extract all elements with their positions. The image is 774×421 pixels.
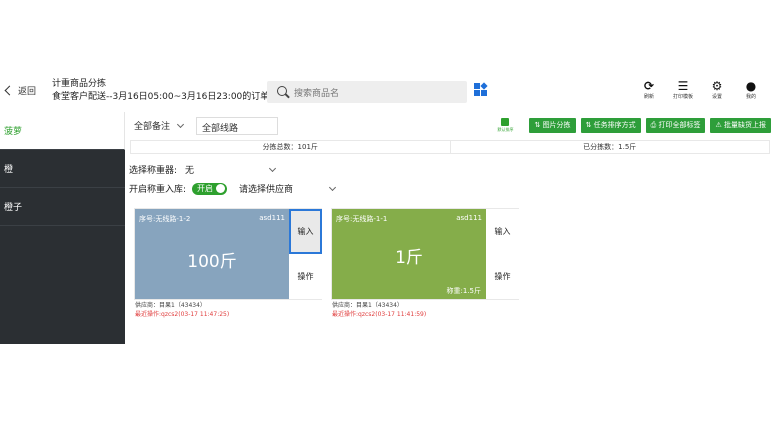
sorted-total: 已分拣数：1.5斤 [449,141,770,153]
task-tile[interactable]: 序号:无线路-1-1 asd111 1斤 称重:1.5斤 [332,209,486,299]
route-input[interactable]: 全部线路 [196,117,278,135]
sidebar-item-pineapple[interactable]: 菠萝 [0,112,125,150]
sort-total: 分拣总数：101斤 [262,143,318,151]
supplier-info: 供应商：目果1（43434） [332,302,403,309]
print-template-button[interactable]: ☰ 打印模板 [666,79,700,100]
weigh-in-toggle[interactable]: 开启 [192,182,228,195]
weighed-value: 称重:1.5斤 [446,287,482,295]
task-order-button[interactable]: ⇅ 任务排序方式 [580,118,641,133]
weigh-in-label: 开启称重入库: [129,185,187,195]
operate-button[interactable]: 操作 [486,254,519,299]
stats-bar: 分拣总数：101斤 已分拣数：1.5斤 [130,140,770,154]
search-input[interactable]: 搜索商品名 [267,81,467,103]
task-card: 序号:无线路-1-2 asd111 100斤 输入 操作 供应商：目果1（434… [134,208,322,318]
profile-button[interactable]: ● 我的 [734,79,768,100]
refresh-label: 刷新 [643,94,654,100]
scale-select[interactable]: 无 [185,163,281,176]
back-label: 返回 [18,87,37,97]
task-seq: 序号:无线路-1-1 [336,215,388,223]
default-sort-label: 默认排序 [497,127,514,132]
image-sort-button[interactable]: ⇅ 图片分拣 [529,118,576,133]
scale-value: 无 [185,166,195,176]
weigh-in-row: 开启称重入库: 开启 请选择供应商 [129,182,337,195]
default-sort-button[interactable]: 默认排序 [490,118,520,133]
input-button[interactable]: 输入 [486,209,519,254]
task-code: asd111 [259,214,285,222]
task-meta: 供应商：目果1（43434） 最近操作:qzcs2(03-17 11:47:25… [135,301,335,319]
task-seq: 序号:无线路-1-2 [139,215,191,223]
settings-button[interactable]: ⚙ 设置 [700,79,734,100]
header: 返回 计重商品分拣 食堂客户配送--3月16日05:00~3月16日23:00的… [0,72,774,112]
toggle-label: 开启 [197,184,214,193]
report-shortage-button[interactable]: ⚠ 批量缺货上报 [710,118,771,133]
supplier-placeholder: 请选择供应商 [239,185,294,195]
page-subtitle: 食堂客户配送--3月16日05:00~3月16日23:00的订单 [52,92,270,102]
chevron-left-icon [4,85,15,96]
action-buttons: 默认排序 ⇅ 图片分拣 ⇅ 任务排序方式 ⎙ 打印全部标签 ⚠ 批量缺货上报 [490,118,771,133]
task-tile[interactable]: 序号:无线路-1-2 asd111 100斤 [135,209,289,299]
print-template-label: 打印模板 [672,94,693,100]
page-title: 计重商品分拣 [52,79,107,89]
task-meta: 供应商：目果1（43434） 最近操作:qzcs2(03-17 11:41:59… [332,301,532,319]
back-button[interactable]: 返回 [4,84,37,97]
supplier-select[interactable]: 请选择供应商 [239,182,337,195]
search-icon [277,85,290,99]
toggle-knob [216,184,226,193]
sidebar-item-orange[interactable]: 橙 [0,150,125,188]
input-button[interactable]: 输入 [289,209,322,254]
refresh-icon: ⟳ [643,79,655,93]
note-select[interactable]: 全部备注 [134,119,185,132]
task-card: 序号:无线路-1-1 asd111 1斤 称重:1.5斤 输入 操作 供应商：目… [331,208,519,318]
task-quantity: 100斤 [187,252,237,272]
sidebar: 菠萝 橙 橙子 [0,112,125,344]
note-select-value: 全部备注 [134,122,171,132]
chevron-down-icon [176,120,185,128]
gear-icon: ⚙ [711,79,723,93]
recent-operation: 最近操作:qzcs2(03-17 11:41:59) [332,311,427,318]
chevron-down-icon [269,164,277,172]
printer-template-icon: ☰ [677,79,689,93]
sort-icon [501,118,510,126]
recent-operation: 最近操作:qzcs2(03-17 11:47:25) [135,311,230,318]
print-all-labels-button[interactable]: ⎙ 打印全部标签 [645,118,706,133]
supplier-info: 供应商：目果1（43434） [135,302,206,309]
sidebar-item-orange-fruit[interactable]: 橙子 [0,188,125,226]
settings-label: 设置 [711,94,722,100]
task-quantity: 1斤 [395,248,423,268]
filter-row: 全部备注 全部线路 默认排序 ⇅ 图片分拣 ⇅ 任务排序方式 ⎙ 打印全部标签 … [125,116,774,138]
search-placeholder: 搜索商品名 [294,88,340,99]
apps-icon[interactable] [474,82,488,97]
task-code: asd111 [456,214,482,222]
profile-label: 我的 [745,94,756,100]
user-icon: ● [745,79,757,93]
scale-label: 选择称重器: [129,166,178,176]
toolbar: ⟳ 刷新 ☰ 打印模板 ⚙ 设置 ● 我的 [632,79,768,100]
scale-row: 选择称重器: 无 [129,163,281,176]
main-panel: 全部备注 全部线路 默认排序 ⇅ 图片分拣 ⇅ 任务排序方式 ⎙ 打印全部标签 … [125,112,774,344]
page-title-block: 计重商品分拣 食堂客户配送--3月16日05:00~3月16日23:00的订单 [52,78,269,104]
refresh-button[interactable]: ⟳ 刷新 [632,79,666,100]
chevron-down-icon [329,183,337,191]
operate-button[interactable]: 操作 [289,254,322,299]
